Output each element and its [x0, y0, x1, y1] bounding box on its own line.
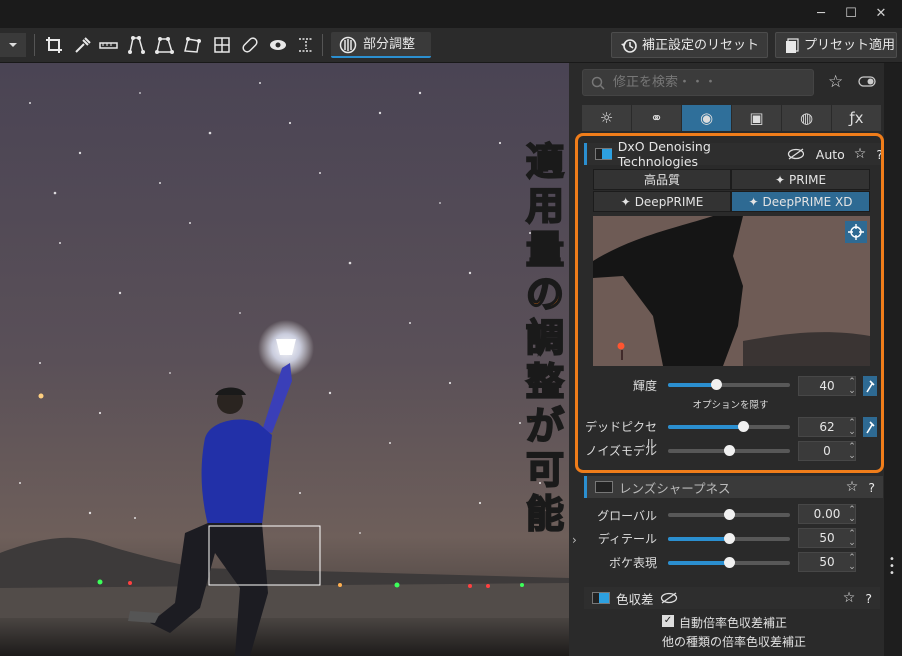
- bokeh-spinner[interactable]: ⌃ ⌄: [847, 554, 857, 572]
- panel-tabs: ☼ ⚭ ◉ ▣ ◍ ƒx: [582, 105, 882, 131]
- chevron-down-icon: [9, 43, 17, 47]
- grid-icon[interactable]: [212, 35, 234, 55]
- collapse-arrow-icon: ›: [572, 533, 577, 547]
- local-adjust-icon: [339, 36, 357, 54]
- auto-mag-checkbox[interactable]: ✓: [662, 615, 674, 627]
- tab-effects[interactable]: ƒx: [832, 105, 882, 131]
- preset-icon: [786, 38, 799, 53]
- eyedropper-icon[interactable]: [72, 35, 94, 55]
- lens-sharpness-header[interactable]: レンズシャープネス ☆ ?: [584, 476, 883, 498]
- title-bar: ─ ☐ ✕: [0, 0, 902, 28]
- tab-color[interactable]: ⚭: [632, 105, 682, 131]
- tab-detail[interactable]: ◉: [682, 105, 732, 131]
- detail-spinner[interactable]: ⌃ ⌄: [847, 530, 857, 548]
- eye-hidden-icon[interactable]: [660, 592, 678, 604]
- history-icon: [621, 39, 637, 53]
- help-button[interactable]: ?: [868, 480, 875, 495]
- lens-sharpness-toggle[interactable]: [595, 481, 613, 493]
- search-input[interactable]: 修正を検索・・・: [582, 69, 814, 96]
- auto-mag-label: 自動倍率色収差補正: [679, 616, 788, 630]
- close-button[interactable]: ✕: [868, 4, 894, 24]
- other-mag-label: 他の種類の倍率色収差補正: [662, 635, 807, 649]
- toolbar: 部分調整 補正設定のリセット プリセット適用: [0, 28, 902, 63]
- perspective-4pt-icon[interactable]: [126, 35, 148, 55]
- chroma-title: 色収差: [616, 591, 654, 607]
- preset-label: プリセット適用: [804, 38, 896, 53]
- callout-text: 適用量の調整が可能: [525, 139, 565, 537]
- detail-fill: [668, 537, 729, 541]
- reset-button[interactable]: 補正設定のリセット: [611, 32, 768, 58]
- crop-icon[interactable]: [44, 35, 66, 55]
- reset-label: 補正設定のリセット: [642, 38, 760, 53]
- photo-viewer[interactable]: [0, 63, 569, 656]
- dropdown-button[interactable]: [0, 33, 26, 57]
- local-adjust-button[interactable]: 部分調整: [331, 32, 431, 58]
- night-sky-photo: [0, 63, 569, 656]
- favorite-star-icon[interactable]: ☆: [843, 590, 856, 606]
- chroma-header[interactable]: 色収差 ☆ ?: [584, 587, 880, 609]
- lens-sharpness-title: レンズシャープネス: [619, 480, 731, 496]
- chroma-toggle[interactable]: [592, 592, 610, 604]
- preset-button[interactable]: プリセット適用: [775, 32, 897, 58]
- toggle-switch-icon[interactable]: [858, 76, 876, 88]
- detail-label: ディテール: [597, 532, 657, 546]
- minimize-button[interactable]: ─: [808, 4, 834, 24]
- bokeh-label: ボケ表現: [608, 556, 657, 570]
- perspective-rect-icon[interactable]: [182, 35, 204, 55]
- highlight-frame: [575, 133, 884, 473]
- detail-knob[interactable]: [724, 533, 735, 544]
- help-button[interactable]: ?: [865, 591, 872, 606]
- eye-icon[interactable]: [268, 35, 290, 55]
- favorite-star-icon[interactable]: ☆: [846, 479, 859, 495]
- panel-scrollbar[interactable]: • • •: [884, 63, 902, 656]
- tab-light[interactable]: ☼: [582, 105, 632, 131]
- bokeh-knob[interactable]: [724, 557, 735, 568]
- star-filter-icon[interactable]: ☆: [828, 72, 843, 92]
- local-adjust-label: 部分調整: [363, 37, 416, 52]
- global-knob[interactable]: [724, 509, 735, 520]
- global-spinner[interactable]: ⌃ ⌄: [847, 506, 857, 524]
- global-label: グローバル: [597, 509, 657, 523]
- maximize-button[interactable]: ☐: [838, 4, 864, 24]
- search-icon: [591, 76, 605, 90]
- split-view-icon[interactable]: [296, 35, 318, 55]
- perspective-8pt-icon[interactable]: [154, 35, 176, 55]
- straighten-icon[interactable]: [98, 35, 120, 55]
- more-options-icon[interactable]: • • •: [889, 555, 895, 579]
- repair-icon[interactable]: [240, 35, 262, 55]
- tab-local[interactable]: ◍: [782, 105, 832, 131]
- tab-geometry[interactable]: ▣: [732, 105, 782, 131]
- bokeh-fill: [668, 561, 729, 565]
